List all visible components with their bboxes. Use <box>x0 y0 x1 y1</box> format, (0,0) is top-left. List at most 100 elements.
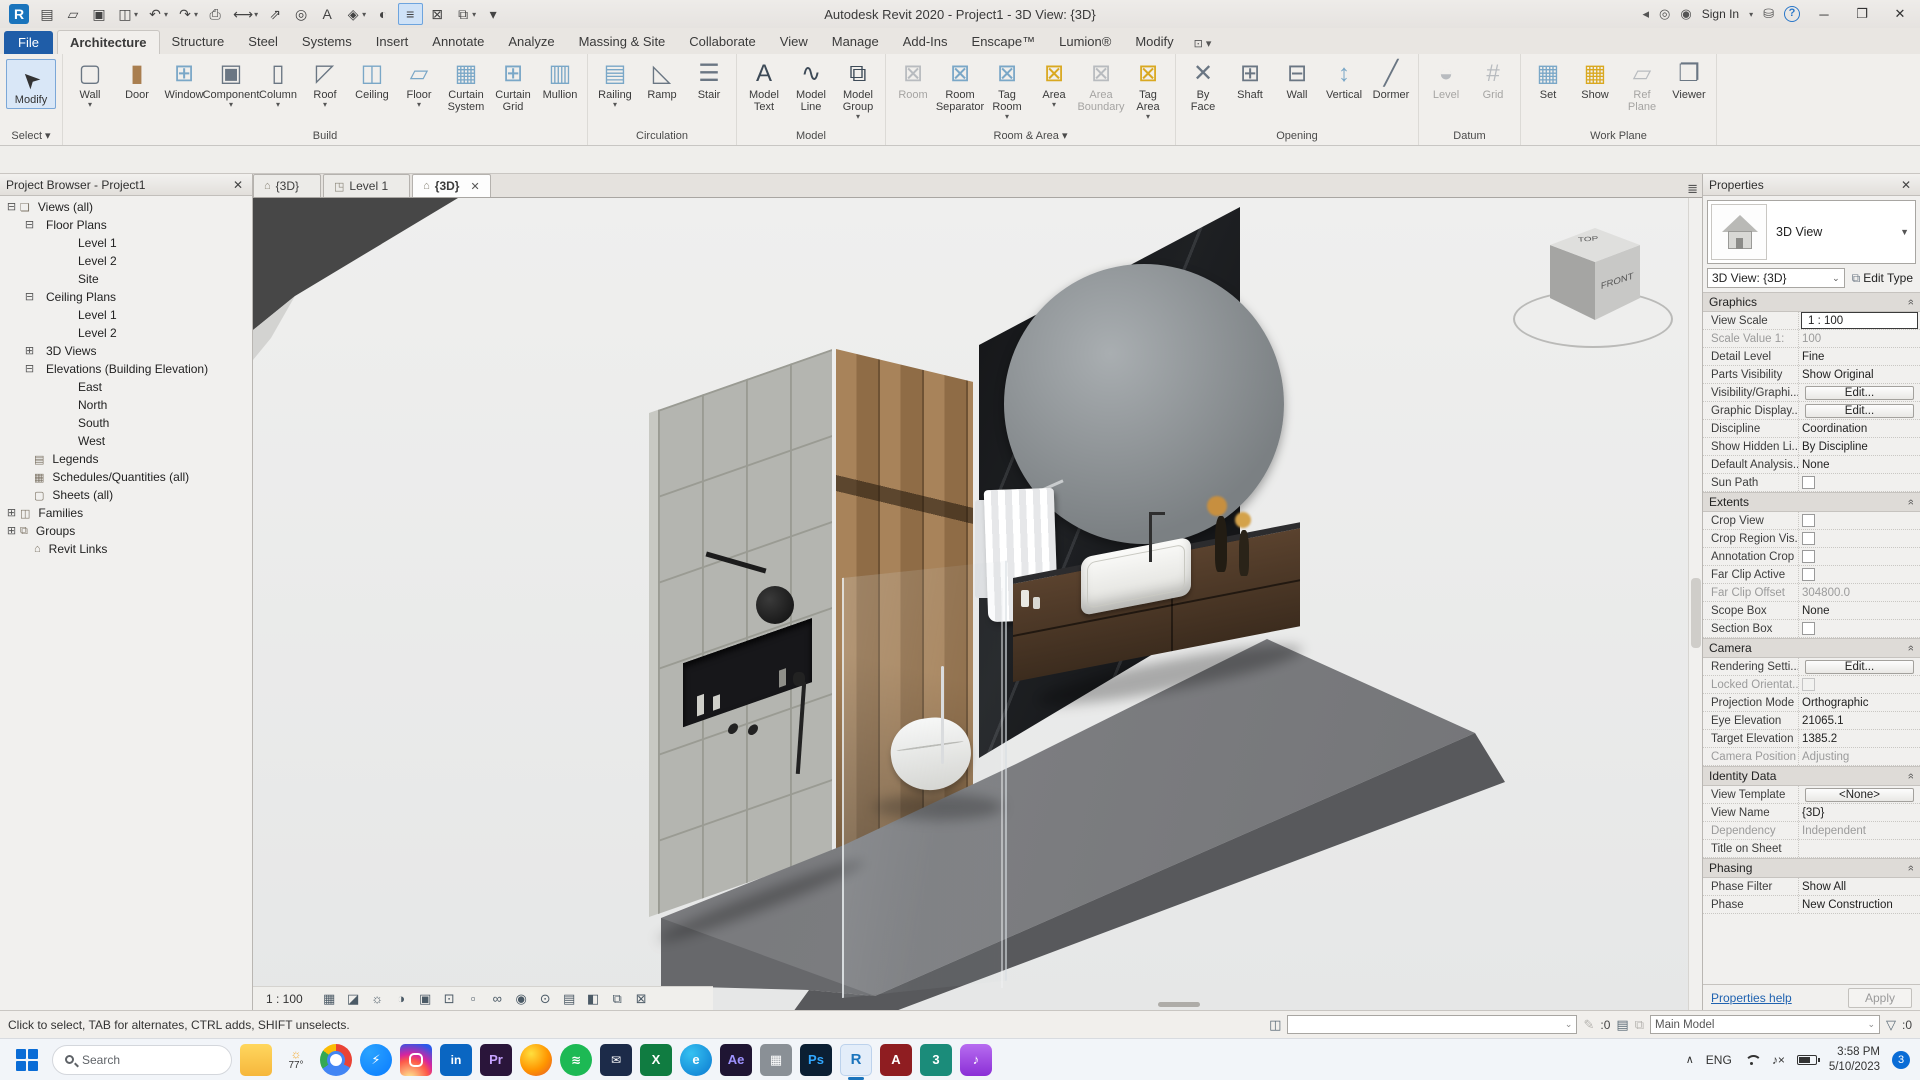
view-control-icon[interactable]: ◧ <box>585 991 602 1007</box>
property-value[interactable]: Coordination <box>1799 420 1920 437</box>
ribbon-tab[interactable]: Collaborate <box>677 30 768 54</box>
taskbar-app-icon[interactable] <box>520 1043 552 1076</box>
properties-section-header[interactable]: Extents » <box>1703 492 1920 512</box>
property-row[interactable]: Phase Filter Show All <box>1703 878 1920 896</box>
ribbon-button[interactable]: ▱ Floor ▾ <box>396 57 442 110</box>
view-scale-control[interactable]: 1 : 100 <box>261 990 308 1008</box>
ribbon-tab[interactable]: Systems <box>290 30 364 54</box>
ribbon-button[interactable]: ▤ Railing ▾ <box>592 57 638 110</box>
ribbon-button[interactable]: ⊠ Tag Room ▾ <box>984 57 1030 122</box>
clock[interactable]: 3:58 PM 5/10/2023 <box>1829 1045 1880 1074</box>
tree-item[interactable]: North <box>0 396 252 414</box>
property-value[interactable]: Edit... <box>1799 402 1920 419</box>
tree-expander-icon[interactable] <box>56 436 67 447</box>
tree-item[interactable]: ⊟ Ceiling Plans <box>0 288 252 306</box>
property-value[interactable]: Show All <box>1799 878 1920 895</box>
edit-type-button[interactable]: ⧉ Edit Type <box>1849 270 1916 287</box>
property-row[interactable]: Crop View <box>1703 512 1920 530</box>
property-value[interactable]: By Discipline <box>1799 438 1920 455</box>
tree-expander-icon[interactable] <box>56 382 67 393</box>
battery-icon[interactable] <box>1796 1054 1820 1065</box>
ribbon-tab[interactable]: Manage <box>820 30 891 54</box>
ribbon-button[interactable]: ⊠ Tag Area ▾ <box>1125 57 1171 122</box>
ribbon-tab[interactable]: Modify <box>1123 30 1185 54</box>
property-row[interactable]: Discipline Coordination <box>1703 420 1920 438</box>
ribbon-button[interactable]: ▱ Ref Plane <box>1619 57 1665 122</box>
file-tab[interactable]: File <box>4 31 53 54</box>
properties-header[interactable]: Properties ✕ <box>1703 174 1920 196</box>
ribbon-tab[interactable]: View <box>768 30 820 54</box>
ribbon-tab[interactable]: Steel <box>236 30 290 54</box>
tree-expander-icon[interactable] <box>56 274 67 285</box>
property-row[interactable]: Parts Visibility Show Original <box>1703 366 1920 384</box>
app-store-icon[interactable]: ⛁ <box>1763 6 1774 22</box>
tree-expander-icon[interactable]: ⊞ <box>6 507 17 519</box>
ribbon-button[interactable]: ▥ Mullion <box>537 57 583 110</box>
property-value[interactable]: 1 : 100 <box>1801 312 1918 329</box>
tree-expander-icon[interactable] <box>20 454 31 465</box>
hidden-icons-chevron[interactable]: ∧ <box>1686 1053 1694 1066</box>
minimize-button[interactable]: ─ <box>1810 7 1838 22</box>
qat-button[interactable]: ◐ <box>372 3 395 25</box>
ribbon-tab[interactable]: Structure <box>160 30 237 54</box>
tree-item[interactable]: Level 1 <box>0 306 252 324</box>
type-selector-dropdown-icon[interactable]: ▼ <box>1900 227 1909 237</box>
ribbon-tab[interactable]: Architecture <box>56 30 160 54</box>
view-control-icon[interactable]: ◉ <box>513 991 530 1007</box>
editable-only-icon[interactable]: ✎ <box>1583 1017 1594 1033</box>
property-value[interactable] <box>1799 530 1920 547</box>
tree-expander-icon[interactable] <box>56 310 67 321</box>
qat-button[interactable]: ⎙ <box>204 3 227 25</box>
ribbon-tab[interactable]: Insert <box>364 30 421 54</box>
design-options-icon[interactable]: ▤ <box>1616 1017 1628 1033</box>
filter-icon[interactable]: ▽ <box>1886 1017 1896 1033</box>
taskbar-app-icon[interactable]: Pr <box>480 1043 512 1076</box>
section-collapse-icon[interactable]: » <box>1905 499 1917 505</box>
property-value[interactable] <box>1799 676 1920 693</box>
qat-button[interactable]: ↷ ▾ <box>174 3 201 25</box>
property-row[interactable]: View Template <None> <box>1703 786 1920 804</box>
property-row[interactable]: Far Clip Offset 304800.0 <box>1703 584 1920 602</box>
taskbar-app-icon[interactable]: A <box>880 1043 912 1076</box>
ribbon-button[interactable]: ⧉ Model Group ▾ <box>835 57 881 122</box>
tree-expander-icon[interactable]: ⊟ <box>6 201 17 213</box>
property-row[interactable]: Sun Path <box>1703 474 1920 492</box>
taskbar-search[interactable]: Search <box>52 1044 232 1075</box>
ribbon-panel-label[interactable]: Build <box>65 128 585 145</box>
speaker-muted-icon[interactable]: ♪× <box>1772 1053 1785 1067</box>
tree-expander-icon[interactable] <box>56 328 67 339</box>
ribbon-button[interactable]: ╱ Dormer <box>1368 57 1414 110</box>
tree-item[interactable]: ⊟ Floor Plans <box>0 216 252 234</box>
ribbon-panel-label[interactable]: Opening <box>1178 128 1416 145</box>
property-row[interactable]: Graphic Display... Edit... <box>1703 402 1920 420</box>
property-row[interactable]: Scale Value 1: 100 <box>1703 330 1920 348</box>
property-value[interactable]: Fine <box>1799 348 1920 365</box>
ribbon-button[interactable]: ⊞ Window <box>161 57 207 110</box>
view-control-icon[interactable]: ▤ <box>561 991 578 1007</box>
combo-dropdown-icon[interactable]: ⌄ <box>1832 273 1840 284</box>
qat-button[interactable]: ↶ ▾ <box>144 3 171 25</box>
view-control-icon[interactable]: ☼ <box>369 991 386 1007</box>
qat-button[interactable]: ▱ <box>62 3 85 25</box>
taskbar-app-icon[interactable] <box>320 1043 352 1076</box>
qat-button[interactable]: ◎ <box>290 3 313 25</box>
tree-expander-icon[interactable] <box>56 238 67 249</box>
property-row[interactable]: View Name {3D} <box>1703 804 1920 822</box>
tree-item[interactable]: South <box>0 414 252 432</box>
property-value[interactable]: 100 <box>1799 330 1920 347</box>
tree-item[interactable]: Level 2 <box>0 324 252 342</box>
help-icon[interactable]: ? <box>1784 6 1800 22</box>
property-value[interactable]: New Construction <box>1799 896 1920 913</box>
property-value[interactable] <box>1799 548 1920 565</box>
tree-item[interactable]: ⊟ ❏ Views (all) <box>0 198 252 216</box>
ribbon-button[interactable]: ▣ Component ▾ <box>203 57 260 110</box>
ribbon-button[interactable]: ◺ Ramp <box>639 57 685 110</box>
ribbon-button[interactable]: ◸ Roof ▾ <box>302 57 348 110</box>
ribbon-button[interactable]: ◫ Ceiling <box>349 57 395 110</box>
3d-scene[interactable]: TOP FRONT <box>253 198 1688 1010</box>
ribbon-button[interactable]: ▮ Door <box>114 57 160 110</box>
qat-button[interactable]: ⧉ ▾ <box>452 3 479 25</box>
ribbon-button[interactable]: ◒ Level <box>1423 57 1469 110</box>
modify-button[interactable]: ➤ Modify <box>6 59 56 109</box>
qat-button[interactable]: ≡ <box>398 3 424 25</box>
